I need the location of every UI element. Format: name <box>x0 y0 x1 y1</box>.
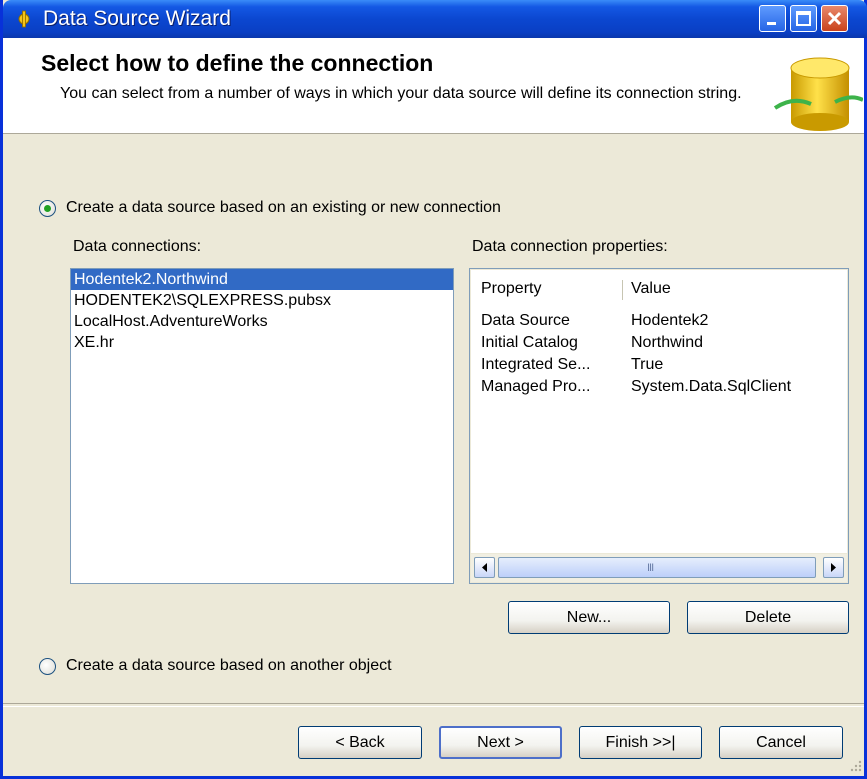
page-title: Select how to define the connection <box>41 50 434 76</box>
table-row: Data Source Hodentek2 <box>471 312 847 333</box>
properties-label: Data connection properties: <box>472 238 668 255</box>
minimize-icon <box>767 22 776 25</box>
property-name: Data Source <box>481 312 570 329</box>
property-value: System.Data.SqlClient <box>631 378 792 395</box>
table-row: Integrated Se... True <box>471 356 847 377</box>
properties-header: Property Value <box>471 278 847 302</box>
page-description: You can select from a number of ways in … <box>60 85 742 102</box>
scroll-left-button[interactable] <box>474 557 495 578</box>
next-button[interactable]: Next > <box>439 726 562 759</box>
property-value: Hodentek2 <box>631 312 709 329</box>
window-title: Data Source Wizard <box>43 7 231 30</box>
wizard-window: Data Source Wizard Select how to define … <box>0 0 867 779</box>
close-button[interactable] <box>821 5 848 32</box>
minimize-button[interactable] <box>759 5 786 32</box>
maximize-icon <box>796 11 811 26</box>
column-header-property[interactable]: Property <box>481 280 541 298</box>
option-existing-connection[interactable]: Create a data source based on an existin… <box>39 199 501 217</box>
database-icon <box>773 57 863 131</box>
footer-separator <box>3 703 864 707</box>
property-value: Northwind <box>631 334 704 351</box>
horizontal-scrollbar[interactable]: III <box>471 554 847 582</box>
connections-list[interactable]: Hodentek2.Northwind HODENTEK2\SQLEXPRESS… <box>70 268 454 584</box>
properties-grid-body: Property Value Data Source Hodentek2 Ini… <box>471 270 847 553</box>
option-another-object-label: Create a data source based on another ob… <box>66 657 392 674</box>
back-button[interactable]: < Back <box>298 726 422 759</box>
property-name: Integrated Se... <box>481 356 591 373</box>
column-divider[interactable] <box>622 280 623 300</box>
connections-label: Data connections: <box>73 238 202 255</box>
cancel-button[interactable]: Cancel <box>719 726 843 759</box>
chevron-left-icon <box>482 563 487 572</box>
radio-existing-connection[interactable] <box>39 199 56 217</box>
list-item[interactable]: XE.hr <box>71 332 453 353</box>
scroll-thumb[interactable]: III <box>498 557 816 578</box>
properties-grid: Property Value Data Source Hodentek2 Ini… <box>469 268 849 584</box>
table-row: Initial Catalog Northwind <box>471 334 847 355</box>
chevron-right-icon <box>831 563 836 572</box>
property-name: Initial Catalog <box>481 334 578 351</box>
wizard-icon <box>18 10 30 28</box>
resize-grip-icon[interactable] <box>848 758 862 772</box>
new-connection-button[interactable]: New... <box>508 601 670 634</box>
maximize-button[interactable] <box>790 5 817 32</box>
finish-button[interactable]: Finish >>| <box>579 726 702 759</box>
column-header-value[interactable]: Value <box>631 280 671 298</box>
radio-another-object[interactable] <box>39 657 56 675</box>
title-bar[interactable]: Data Source Wizard <box>3 0 867 38</box>
property-name: Managed Pro... <box>481 378 591 395</box>
list-item[interactable]: HODENTEK2\SQLEXPRESS.pubsx <box>71 290 453 311</box>
option-another-object[interactable]: Create a data source based on another ob… <box>39 657 392 675</box>
scroll-grip: III <box>647 562 654 574</box>
wizard-header: Select how to define the connection You … <box>3 38 864 134</box>
close-icon <box>827 11 842 26</box>
table-row: Managed Pro... System.Data.SqlClient <box>471 378 847 399</box>
property-value: True <box>631 356 664 373</box>
scroll-right-button[interactable] <box>823 557 844 578</box>
option-existing-connection-label: Create a data source based on an existin… <box>66 199 501 216</box>
list-item[interactable]: Hodentek2.Northwind <box>71 269 453 290</box>
list-item[interactable]: LocalHost.AdventureWorks <box>71 311 453 332</box>
delete-connection-button[interactable]: Delete <box>687 601 849 634</box>
